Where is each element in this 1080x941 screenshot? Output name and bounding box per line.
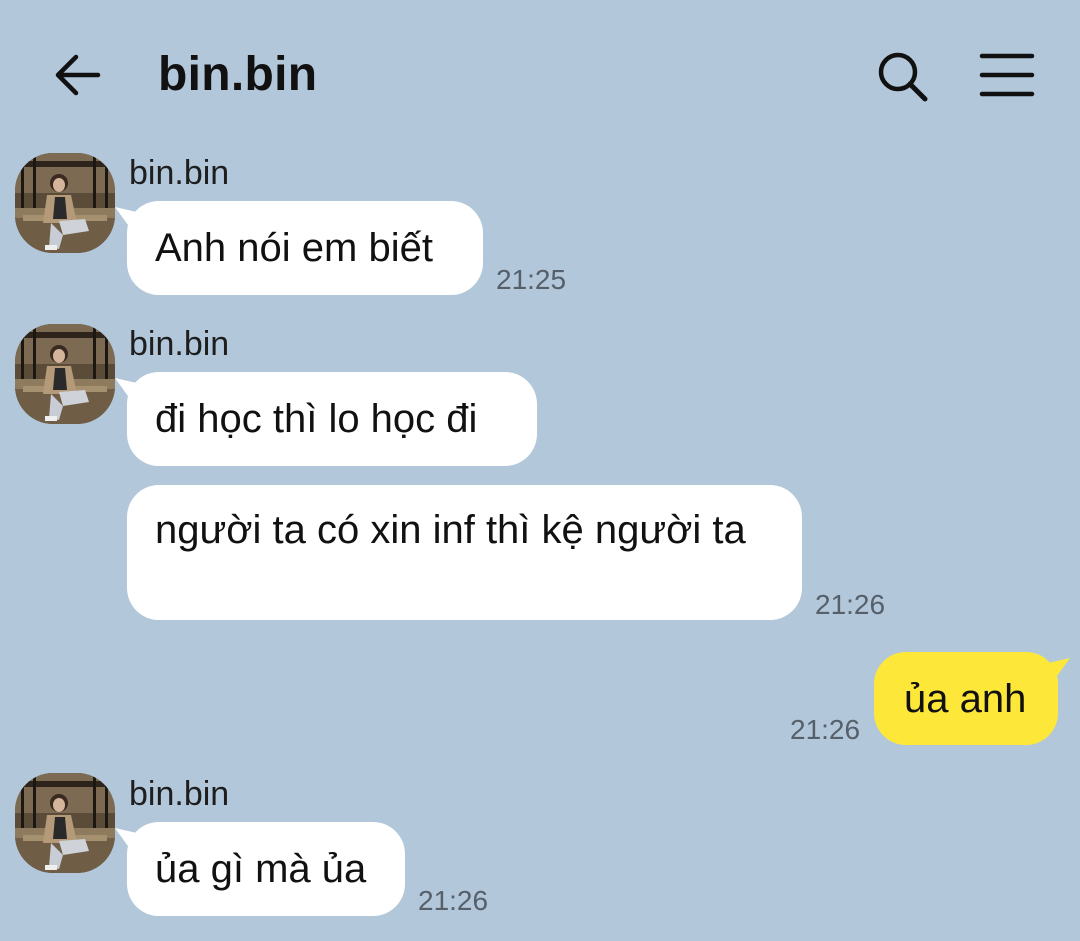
- message-bubble[interactable]: Anh nói em biết: [127, 201, 483, 295]
- chat-header: bin.bin: [0, 0, 1080, 150]
- outgoing-message-bubble[interactable]: ủa anh: [874, 652, 1058, 745]
- message-text: ủa gì mà ủa: [155, 847, 367, 891]
- avatar-photo: [15, 153, 115, 253]
- message-bubble[interactable]: đi học thì lo học đi: [127, 372, 537, 466]
- avatar-photo: [15, 324, 115, 424]
- chat-title: bin.bin: [158, 48, 318, 101]
- message-bubble[interactable]: ủa gì mà ủa: [127, 822, 405, 916]
- sender-name: bin.bin: [129, 775, 230, 813]
- search-button[interactable]: [872, 46, 932, 106]
- arrow-left-icon: [55, 54, 101, 96]
- message-timestamp: 21:26: [815, 589, 886, 620]
- sender-avatar[interactable]: [15, 153, 115, 253]
- message-text: người ta có xin inf thì kệ người ta: [155, 508, 746, 552]
- message-bubble[interactable]: người ta có xin inf thì kệ người ta: [127, 485, 802, 620]
- message-timestamp: 21:26: [790, 714, 861, 745]
- avatar-photo: [15, 773, 115, 873]
- back-button[interactable]: [50, 47, 106, 103]
- sender-avatar[interactable]: [15, 324, 115, 424]
- menu-button[interactable]: [976, 48, 1038, 102]
- message-timestamp: 21:25: [496, 264, 567, 295]
- message-text: ủa anh: [904, 677, 1027, 721]
- sender-name: bin.bin: [129, 325, 230, 363]
- message-text: Anh nói em biết: [155, 226, 433, 270]
- hamburger-menu-icon: [979, 53, 1035, 97]
- message-timestamp: 21:26: [418, 885, 489, 916]
- search-icon: [878, 52, 928, 102]
- message-text: đi học thì lo học đi: [155, 397, 478, 441]
- sender-avatar[interactable]: [15, 773, 115, 873]
- sender-name: bin.bin: [129, 154, 230, 192]
